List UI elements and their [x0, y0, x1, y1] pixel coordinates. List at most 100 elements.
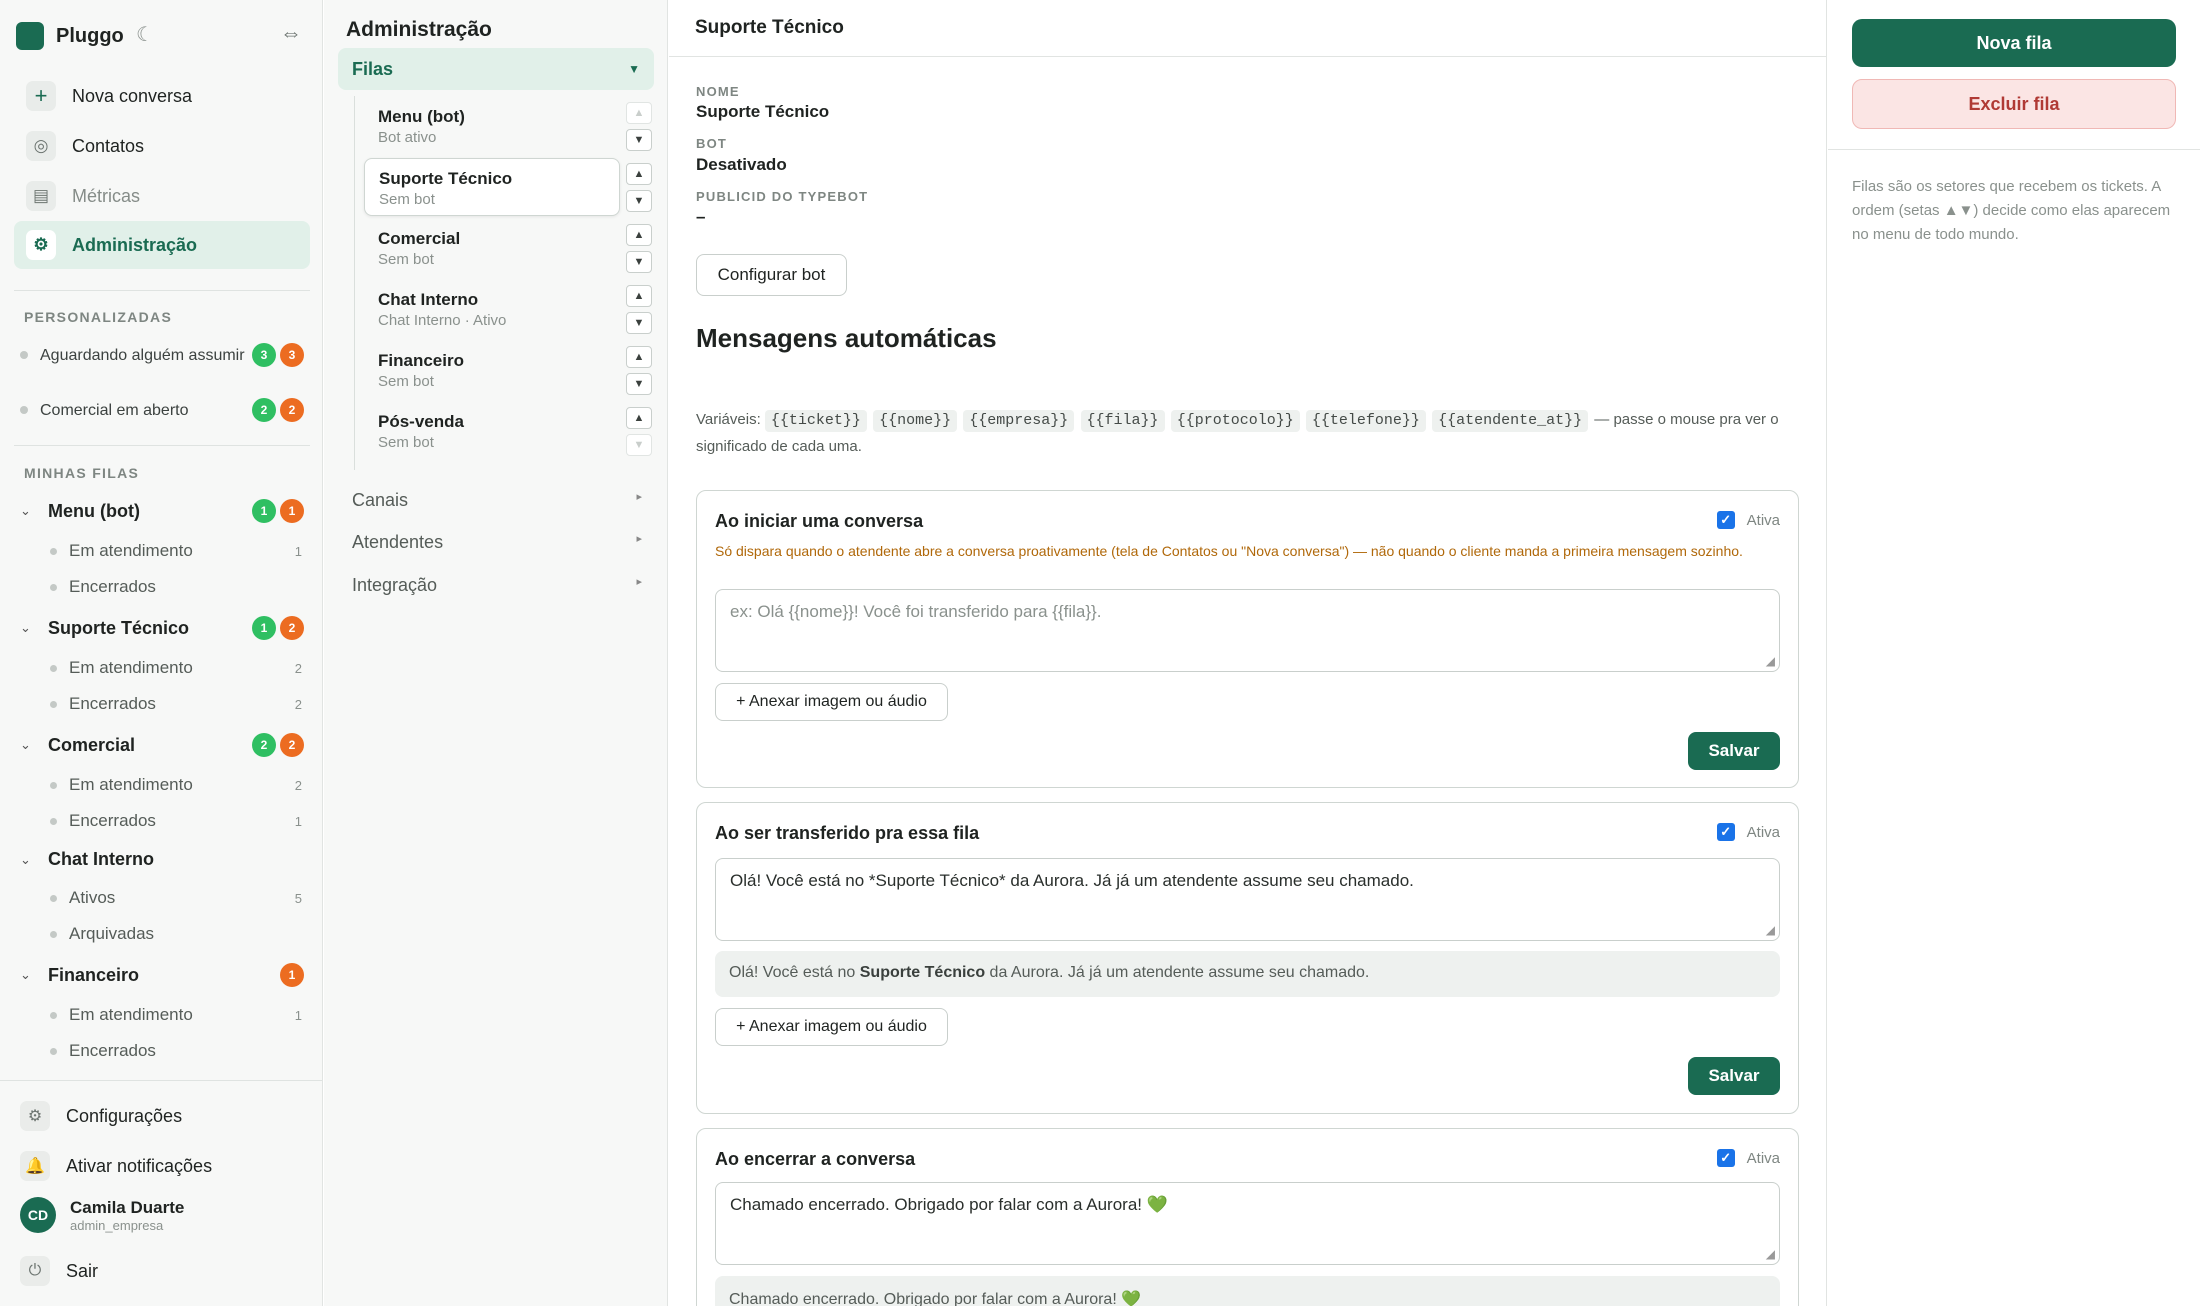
- admin-section-canais[interactable]: Canais ▸: [352, 490, 642, 511]
- sidebar: Pluggo ☾ ⇔ + Nova conversa ◎ Contatos ▤ …: [0, 0, 323, 1306]
- var-chip[interactable]: {{ticket}}: [764, 410, 867, 432]
- var-chip[interactable]: {{atendente_at}}: [1432, 410, 1589, 432]
- user-profile[interactable]: CD Camila Duarte admin_empresa: [20, 1197, 184, 1233]
- configure-bot-button[interactable]: Configurar bot: [696, 254, 847, 296]
- logout-button[interactable]: ⏻ Sair: [20, 1256, 98, 1286]
- field-label: BOT: [696, 136, 728, 151]
- queue-sub-item[interactable]: Ativos 5: [50, 888, 302, 908]
- admin-queue-item-selected[interactable]: Suporte Técnico Sem bot: [364, 158, 620, 216]
- contacts-icon: ◎: [26, 131, 56, 161]
- save-button[interactable]: Salvar: [1688, 732, 1780, 770]
- admin-section-integracao[interactable]: Integração ▸: [352, 575, 642, 596]
- section-label: Atendentes: [352, 532, 444, 552]
- attach-media-button[interactable]: + Anexar imagem ou áudio: [715, 1008, 948, 1046]
- moon-icon[interactable]: ☾: [136, 22, 154, 47]
- queue-suporte-tecnico[interactable]: ⌄ Suporte Técnico 1 2: [20, 616, 304, 640]
- dot-icon: [50, 664, 57, 672]
- queue-financeiro[interactable]: ⌄ Financeiro 1: [20, 963, 304, 987]
- new-queue-button[interactable]: Nova fila: [1852, 19, 2176, 67]
- queue-chat-interno[interactable]: ⌄ Chat Interno: [20, 849, 304, 870]
- nav-new-conversation[interactable]: + Nova conversa: [14, 72, 310, 120]
- move-up-button[interactable]: ▲: [626, 346, 652, 368]
- caret-right-icon: ▸: [636, 576, 642, 588]
- nav-contacts[interactable]: ◎ Contatos: [14, 122, 310, 170]
- message-textarea[interactable]: Chamado encerrado. Obrigado por falar co…: [715, 1182, 1780, 1265]
- move-up-button[interactable]: ▲: [626, 102, 652, 124]
- sub-count: 2: [294, 660, 302, 676]
- caret-right-icon: ▸: [636, 491, 642, 503]
- save-button[interactable]: Salvar: [1688, 1057, 1780, 1095]
- admin-queue-item[interactable]: Menu (bot) Bot ativo: [364, 97, 620, 155]
- custom-view-item[interactable]: Aguardando alguém assumir 3 3: [20, 343, 304, 367]
- resize-grip-icon[interactable]: ◢: [1766, 923, 1775, 937]
- queue-sub-item[interactable]: Encerrados 1: [50, 811, 302, 831]
- checkbox-checked-icon[interactable]: ✓: [1716, 1149, 1735, 1167]
- queue-sub-item[interactable]: Encerrados: [50, 1041, 302, 1061]
- active-toggle[interactable]: ✓ Ativa: [1716, 1149, 1780, 1167]
- move-down-button[interactable]: ▼: [626, 190, 652, 212]
- queue-sub-item[interactable]: Encerrados 2: [50, 694, 302, 714]
- sub-label: Encerrados: [69, 694, 156, 713]
- delete-queue-button[interactable]: Excluir fila: [1852, 79, 2176, 129]
- active-label: Ativa: [1746, 823, 1780, 841]
- move-down-button[interactable]: ▼: [626, 129, 652, 151]
- move-down-button[interactable]: ▼: [626, 434, 652, 456]
- message-textarea[interactable]: Olá! Você está no *Suporte Técnico* da A…: [715, 858, 1780, 941]
- queue-detail: Suporte Técnico NOME Suporte Técnico BOT…: [669, 0, 1827, 1306]
- var-chip[interactable]: {{protocolo}}: [1170, 410, 1300, 432]
- orange-badge: 1: [280, 499, 304, 523]
- admin-queue-item[interactable]: Financeiro Sem bot: [364, 341, 620, 399]
- filas-label: Filas: [352, 58, 394, 79]
- caret-down-icon: ▼: [628, 62, 640, 76]
- move-up-button[interactable]: ▲: [626, 224, 652, 246]
- move-down-button[interactable]: ▼: [626, 312, 652, 334]
- preview-text: Olá! Você está no: [729, 964, 860, 981]
- move-up-button[interactable]: ▲: [626, 163, 652, 185]
- var-chip[interactable]: {{telefone}}: [1305, 410, 1426, 432]
- custom-view-item[interactable]: Comercial em aberto 2 2: [20, 398, 304, 422]
- enable-notifications-button[interactable]: 🔔 Ativar notificações: [20, 1151, 212, 1181]
- queue-menu-bot[interactable]: ⌄ Menu (bot) 1 1: [20, 499, 304, 523]
- queue-comercial[interactable]: ⌄ Comercial 2 2: [20, 733, 304, 757]
- queue-sub-item[interactable]: Encerrados: [50, 577, 302, 597]
- queue-sub-item[interactable]: Arquivadas: [50, 924, 302, 944]
- variables-help: Variáveis: {{ticket}} {{nome}} {{empresa…: [696, 406, 1806, 460]
- admin-queue-item[interactable]: Pós-venda Sem bot: [364, 402, 620, 460]
- checkbox-checked-icon[interactable]: ✓: [1716, 511, 1735, 529]
- filas-section-toggle[interactable]: Filas ▼: [338, 48, 654, 90]
- orange-badge: 2: [280, 733, 304, 757]
- resize-grip-icon[interactable]: ◢: [1766, 654, 1775, 668]
- collapse-sidebar-icon[interactable]: ⇔: [280, 20, 302, 46]
- resize-grip-icon[interactable]: ◢: [1766, 1247, 1775, 1261]
- admin-section-atendentes[interactable]: Atendentes ▸: [352, 532, 642, 553]
- divider: [0, 1080, 322, 1081]
- move-up-button[interactable]: ▲: [626, 407, 652, 429]
- checkbox-checked-icon[interactable]: ✓: [1716, 823, 1735, 841]
- brand[interactable]: Pluggo: [16, 22, 124, 50]
- var-chip[interactable]: {{empresa}}: [963, 410, 1075, 432]
- admin-queue-item[interactable]: Comercial Sem bot: [364, 219, 620, 277]
- queue-label: Financeiro: [48, 964, 140, 985]
- move-down-button[interactable]: ▼: [626, 373, 652, 395]
- active-toggle[interactable]: ✓ Ativa: [1716, 823, 1780, 841]
- admin-queue-item[interactable]: Chat Interno Chat Interno · Ativo: [364, 280, 620, 338]
- chevron-down-icon: ⌄: [20, 851, 31, 867]
- active-toggle[interactable]: ✓ Ativa: [1716, 511, 1780, 529]
- nav-administration[interactable]: ⚙ Administração: [14, 221, 310, 269]
- queue-sub-item[interactable]: Em atendimento 1: [50, 541, 302, 561]
- nav-settings[interactable]: ⚙ Configurações: [20, 1101, 182, 1131]
- move-down-button[interactable]: ▼: [626, 251, 652, 273]
- var-chip[interactable]: {{fila}}: [1080, 410, 1165, 432]
- queue-sub-item[interactable]: Em atendimento 1: [50, 1005, 302, 1025]
- green-badge: 1: [252, 616, 276, 640]
- queue-sub-item[interactable]: Em atendimento 2: [50, 775, 302, 795]
- message-textarea[interactable]: ex: Olá {{nome}}! Você foi transferido p…: [715, 589, 1780, 672]
- caret-right-icon: ▸: [636, 533, 642, 545]
- dot-icon: [50, 1047, 57, 1055]
- attach-media-button[interactable]: + Anexar imagem ou áudio: [715, 683, 948, 721]
- move-up-button[interactable]: ▲: [626, 285, 652, 307]
- section-label: Canais: [352, 490, 409, 510]
- queue-sub-item[interactable]: Em atendimento 2: [50, 658, 302, 678]
- var-chip[interactable]: {{nome}}: [873, 410, 958, 432]
- nav-metrics[interactable]: ▤ Métricas: [14, 172, 310, 220]
